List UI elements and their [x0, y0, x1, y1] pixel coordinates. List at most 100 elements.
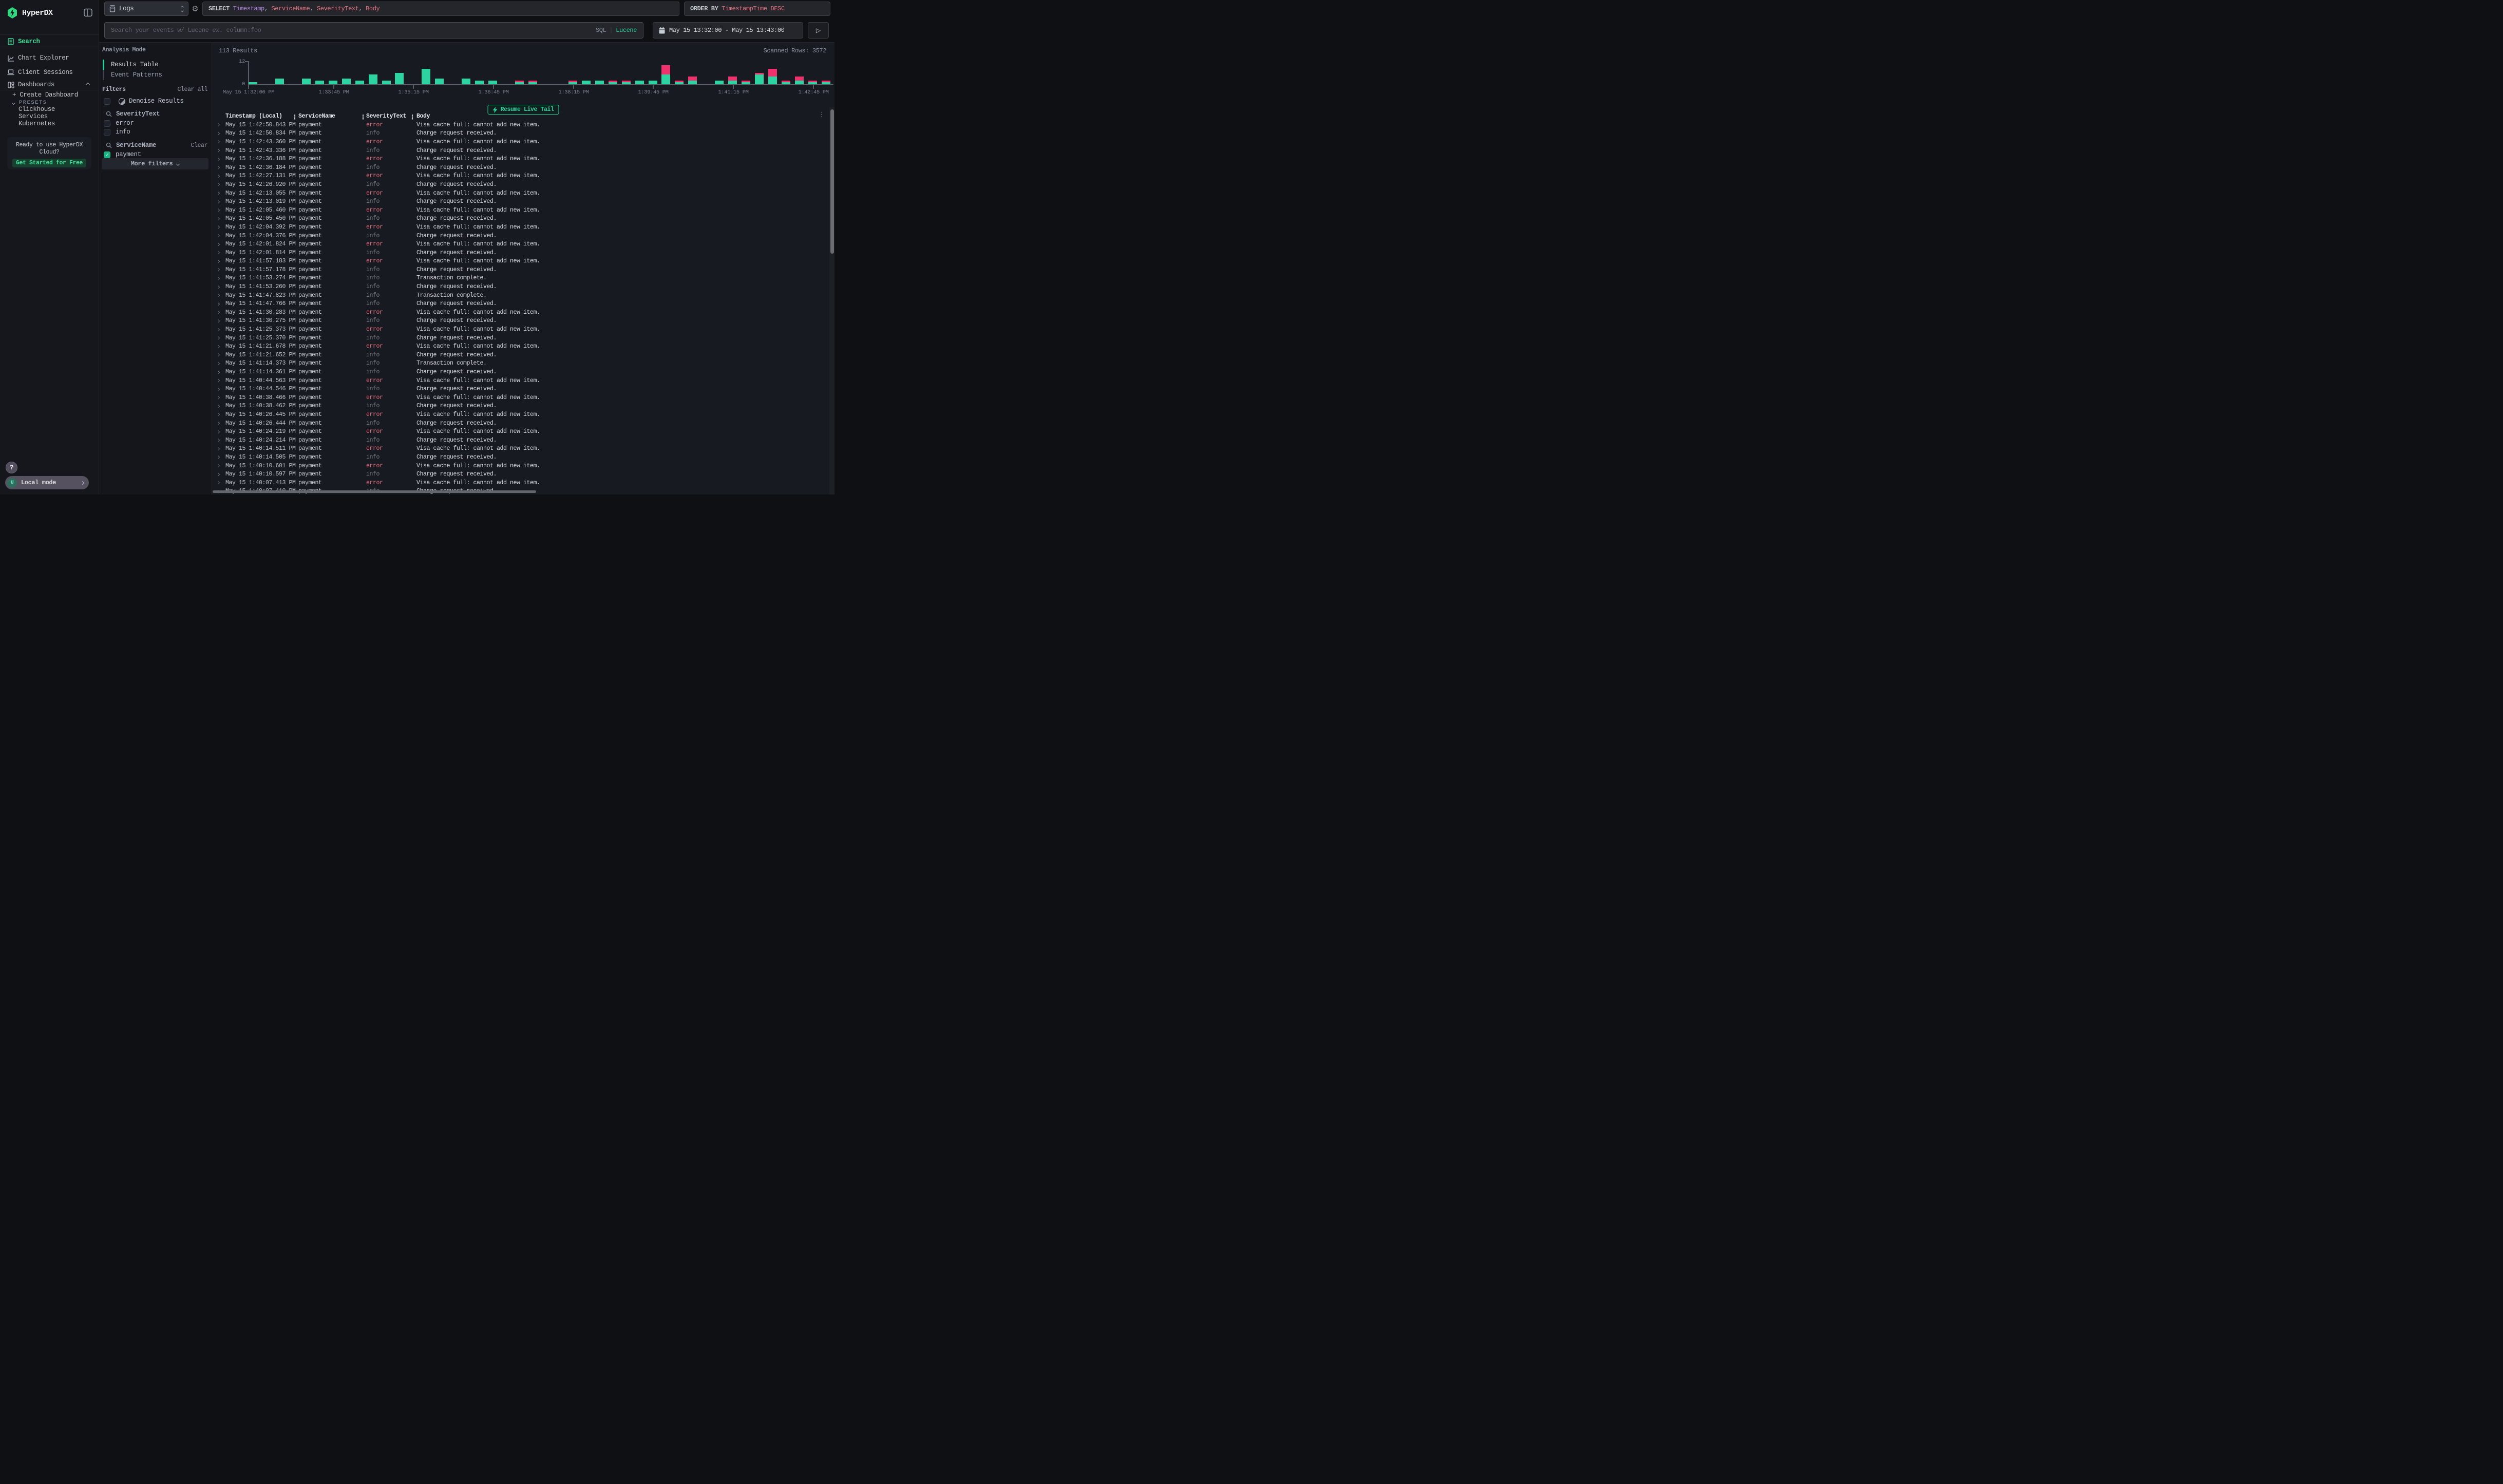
row-expand-chevron-icon[interactable] [212, 292, 225, 299]
column-separator[interactable]: ⋮ [360, 113, 366, 121]
row-expand-chevron-icon[interactable] [212, 224, 225, 231]
sidebar-item-chart-explorer[interactable]: Chart Explorer [0, 51, 99, 65]
row-expand-chevron-icon[interactable] [212, 181, 225, 188]
get-started-button[interactable]: Get Started for Free [12, 159, 86, 167]
filter-option-info[interactable]: info [104, 128, 207, 136]
table-row[interactable]: May 15 1:42:04.392 PMpaymenterrorVisa ca… [212, 223, 827, 232]
row-expand-chevron-icon[interactable] [212, 173, 225, 179]
sidebar-item-client-sessions[interactable]: Client Sessions [0, 66, 99, 79]
row-expand-chevron-icon[interactable] [212, 190, 225, 197]
vertical-scrollbar-thumb[interactable] [830, 109, 834, 254]
brand-logo[interactable]: HyperDX [7, 7, 92, 19]
row-expand-chevron-icon[interactable] [212, 241, 225, 248]
row-expand-chevron-icon[interactable] [212, 445, 225, 452]
table-row[interactable]: May 15 1:40:38.462 PMpaymentinfoCharge r… [212, 402, 827, 411]
table-row[interactable]: May 15 1:41:25.373 PMpaymenterrorVisa ca… [212, 325, 827, 334]
row-expand-chevron-icon[interactable] [212, 454, 225, 461]
row-expand-chevron-icon[interactable] [212, 360, 225, 367]
table-row[interactable]: May 15 1:40:14.505 PMpaymentinfoCharge r… [212, 453, 827, 462]
table-row[interactable]: May 15 1:40:24.219 PMpaymenterrorVisa ca… [212, 427, 827, 436]
table-row[interactable]: May 15 1:40:14.511 PMpaymenterrorVisa ca… [212, 445, 827, 453]
column-header-timestamp[interactable]: Timestamp (Local) [225, 113, 298, 121]
table-row[interactable]: May 15 1:42:36.184 PMpaymentinfoCharge r… [212, 163, 827, 172]
row-expand-chevron-icon[interactable] [212, 394, 225, 401]
chevron-up-icon[interactable] [86, 81, 89, 88]
table-row[interactable]: May 15 1:41:57.178 PMpaymentinfoCharge r… [212, 265, 827, 274]
table-options-kebab-icon[interactable]: ⋮ [818, 111, 825, 119]
row-expand-chevron-icon[interactable] [212, 437, 225, 444]
row-expand-chevron-icon[interactable] [212, 122, 225, 128]
row-expand-chevron-icon[interactable] [212, 428, 225, 435]
table-row[interactable]: May 15 1:42:01.814 PMpaymentinfoCharge r… [212, 249, 827, 257]
horizontal-scrollbar-thumb[interactable] [213, 490, 536, 493]
row-expand-chevron-icon[interactable] [212, 233, 225, 239]
table-row[interactable]: May 15 1:40:07.413 PMpaymenterrorVisa ca… [212, 479, 827, 487]
sidebar-collapse-icon[interactable] [84, 8, 92, 17]
table-row[interactable]: May 15 1:40:44.563 PMpaymenterrorVisa ca… [212, 376, 827, 385]
row-expand-chevron-icon[interactable] [212, 207, 225, 214]
row-expand-chevron-icon[interactable] [212, 130, 225, 137]
row-expand-chevron-icon[interactable] [212, 215, 225, 222]
table-row[interactable]: May 15 1:42:26.920 PMpaymentinfoCharge r… [212, 180, 827, 189]
column-separator[interactable]: ⋮ [409, 113, 415, 121]
row-expand-chevron-icon[interactable] [212, 258, 225, 264]
table-row[interactable]: May 15 1:40:24.214 PMpaymentinfoCharge r… [212, 436, 827, 445]
table-row[interactable]: May 15 1:42:36.188 PMpaymenterrorVisa ca… [212, 155, 827, 163]
clear-all-button[interactable]: Clear all [177, 86, 207, 93]
table-row[interactable]: May 15 1:41:30.275 PMpaymentinfoCharge r… [212, 317, 827, 326]
more-filters-button[interactable]: More filters [102, 158, 208, 169]
table-row[interactable]: May 15 1:42:05.460 PMpaymenterrorVisa ca… [212, 206, 827, 215]
clear-filter-button[interactable]: Clear [191, 142, 207, 149]
search-input[interactable]: Search your events w/ Lucene ex. column:… [104, 22, 643, 39]
source-select[interactable]: Logs [104, 2, 188, 16]
checkbox-info[interactable] [104, 129, 110, 136]
sidebar-preset-clickhouse[interactable]: Clickhouse [18, 106, 55, 113]
row-expand-chevron-icon[interactable] [212, 275, 225, 281]
row-expand-chevron-icon[interactable] [212, 198, 225, 205]
results-histogram[interactable]: 12 0 May 15 1:32:00 PM1:33:45 PM1:35:15 … [212, 57, 835, 91]
row-expand-chevron-icon[interactable] [212, 267, 225, 273]
sql-mode-button[interactable]: SQL [596, 27, 606, 34]
table-row[interactable]: May 15 1:42:13.055 PMpaymenterrorVisa ca… [212, 189, 827, 198]
row-expand-chevron-icon[interactable] [212, 317, 225, 324]
order-by-input[interactable]: ORDER BY TimestampTime DESC [684, 2, 830, 16]
table-row[interactable]: May 15 1:41:47.766 PMpaymentinfoCharge r… [212, 299, 827, 308]
analysis-mode-option-results-table[interactable]: Results Table [103, 60, 207, 70]
table-row[interactable]: May 15 1:42:43.336 PMpaymentinfoCharge r… [212, 146, 827, 155]
row-expand-chevron-icon[interactable] [212, 377, 225, 384]
row-expand-chevron-icon[interactable] [212, 156, 225, 162]
row-expand-chevron-icon[interactable] [212, 326, 225, 333]
table-row[interactable]: May 15 1:41:57.183 PMpaymenterrorVisa ca… [212, 257, 827, 266]
help-button[interactable]: ? [6, 462, 17, 473]
table-row[interactable]: May 15 1:41:21.678 PMpaymenterrorVisa ca… [212, 342, 827, 351]
sidebar-preset-kubernetes[interactable]: Kubernetes [18, 120, 55, 127]
table-row[interactable]: May 15 1:42:27.131 PMpaymenterrorVisa ca… [212, 172, 827, 181]
sidebar-preset-services[interactable]: Services [18, 113, 48, 120]
checkbox-payment[interactable]: ✓ [104, 151, 110, 158]
table-row[interactable]: May 15 1:41:53.260 PMpaymentinfoCharge r… [212, 282, 827, 291]
filter-option-error[interactable]: error [104, 119, 207, 127]
row-expand-chevron-icon[interactable] [212, 352, 225, 358]
table-row[interactable]: May 15 1:42:04.376 PMpaymentinfoCharge r… [212, 232, 827, 240]
local-mode-button[interactable]: U Local mode [5, 476, 89, 489]
denoise-results-option[interactable]: Denoise Results [104, 97, 207, 105]
table-row[interactable]: May 15 1:40:44.546 PMpaymentinfoCharge r… [212, 385, 827, 393]
row-expand-chevron-icon[interactable] [212, 300, 225, 307]
sidebar-item-search[interactable]: Search [0, 35, 99, 48]
row-expand-chevron-icon[interactable] [212, 386, 225, 392]
row-expand-chevron-icon[interactable] [212, 164, 225, 171]
row-expand-chevron-icon[interactable] [212, 343, 225, 350]
table-row[interactable]: May 15 1:42:50.843 PMpaymenterrorVisa ca… [212, 121, 827, 129]
row-expand-chevron-icon[interactable] [212, 420, 225, 427]
row-expand-chevron-icon[interactable] [212, 139, 225, 145]
table-row[interactable]: May 15 1:40:10.601 PMpaymenterrorVisa ca… [212, 462, 827, 470]
table-row[interactable]: May 15 1:42:13.019 PMpaymentinfoCharge r… [212, 197, 827, 206]
table-row[interactable]: May 15 1:42:43.360 PMpaymenterrorVisa ca… [212, 138, 827, 146]
column-separator[interactable]: ⋮ [292, 113, 298, 121]
row-expand-chevron-icon[interactable] [212, 250, 225, 256]
table-row[interactable]: May 15 1:41:47.823 PMpaymentinfoTransact… [212, 291, 827, 300]
table-row[interactable]: May 15 1:40:26.444 PMpaymentinfoCharge r… [212, 419, 827, 428]
table-row[interactable]: May 15 1:40:38.466 PMpaymenterrorVisa ca… [212, 393, 827, 402]
table-row[interactable]: May 15 1:42:50.834 PMpaymentinfoCharge r… [212, 129, 827, 138]
table-row[interactable]: May 15 1:42:01.824 PMpaymenterrorVisa ca… [212, 240, 827, 249]
